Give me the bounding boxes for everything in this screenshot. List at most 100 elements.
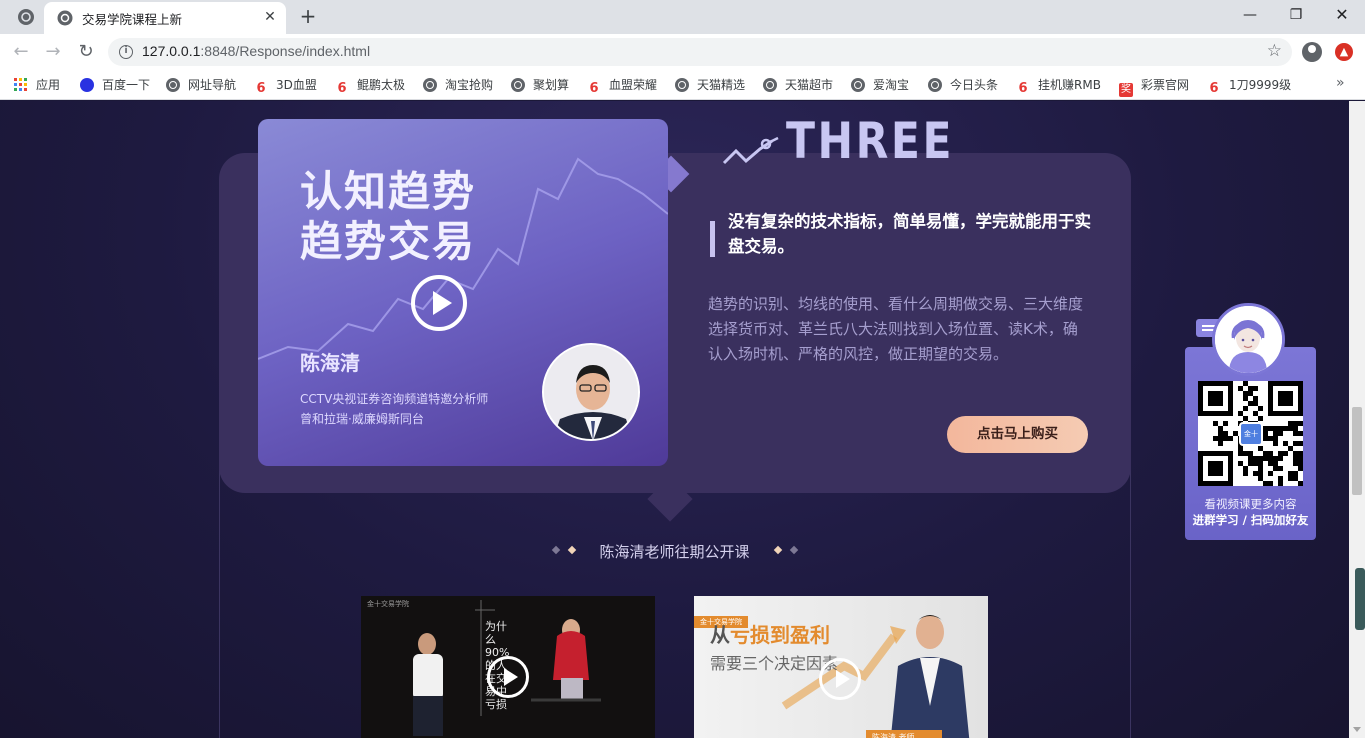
page-scrollbar[interactable]	[1349, 101, 1365, 738]
play-button[interactable]	[819, 658, 861, 700]
section-number: THREE	[786, 112, 955, 170]
account-icon[interactable]	[1302, 42, 1322, 62]
bookmark-label: 彩票官网	[1141, 78, 1190, 92]
video-title: 认知趋势 趋势交易	[300, 167, 476, 267]
bookmark-label: 天猫精选	[697, 78, 746, 92]
bookmark-label: 应用	[36, 78, 61, 92]
globe-icon	[851, 78, 865, 92]
qr-code: 金十	[1198, 381, 1303, 486]
qr-action-text: 进群学习 / 扫码加好友	[1192, 513, 1309, 527]
course-video-card[interactable]: 认知趋势 趋势交易 陈海清 CCTV央视证券咨询频道特邀分析师 曾和拉瑞·威廉姆…	[258, 119, 668, 466]
close-tab-icon[interactable]: ✕	[262, 9, 278, 25]
reload-button[interactable]: ↻	[74, 40, 98, 64]
forward-button[interactable]: →	[41, 40, 65, 64]
bookmark-item[interactable]: 6 挂机赚RMB	[1016, 76, 1100, 96]
tab-strip: 交易学院课程上新 ✕ + — ❐ ✕	[0, 0, 1365, 34]
globe-icon	[57, 10, 73, 26]
thumb1-brand: 金十交易学院	[367, 599, 409, 608]
teacher-title: CCTV央视证券咨询频道特邀分析师	[300, 392, 489, 406]
scrollbar-thumb[interactable]	[1352, 407, 1362, 495]
bookmark-label: 天猫超市	[785, 78, 834, 92]
360-icon: 6	[1018, 81, 1028, 96]
course-description: 趋势的识别、均线的使用、看什么周期做交易、三大维度选择货币对、革兰氏八大法则找到…	[708, 295, 1084, 363]
bookmark-star-icon[interactable]: ☆	[1267, 41, 1282, 61]
play-button[interactable]	[411, 275, 467, 331]
bookmark-label: 1刀9999级	[1229, 78, 1292, 92]
past-course-thumbnail-2[interactable]: 金十交易学院 从亏损到盈利 需要三个决定因素 陈海清 老师	[694, 596, 988, 738]
thumb2-subtitle: 需要三个决定因素	[710, 654, 839, 673]
headline-accent-bar	[710, 221, 715, 257]
bookmark-label: 百度一下	[102, 78, 151, 92]
past-course-thumbnail-1[interactable]: 金十交易学院 为什么90%的人在交易中亏损	[361, 596, 655, 738]
close-window-button[interactable]: ✕	[1319, 0, 1365, 30]
thumb2-title-a: 从	[710, 623, 730, 647]
bookmark-label: 3D血盟	[276, 78, 317, 92]
past-courses-title: 陈海清老师往期公开课	[599, 543, 750, 561]
info-icon[interactable]: i	[119, 45, 133, 59]
360-icon: 6	[256, 81, 266, 96]
bookmark-item[interactable]: 百度一下	[80, 76, 150, 94]
bookmark-item[interactable]: 奖彩票官网	[1119, 76, 1190, 97]
browser-toolbar: ← → ↻ i 127.0.0.1:8848/Response/index.ht…	[0, 34, 1365, 70]
tab-title: 交易学院课程上新	[82, 12, 183, 27]
bookmarks-overflow-icon[interactable]: »	[1336, 75, 1345, 91]
page-content: 认知趋势 趋势交易 陈海清 CCTV央视证券咨询频道特邀分析师 曾和拉瑞·威廉姆…	[0, 101, 1349, 738]
bookmark-item[interactable]: 天猫超市	[763, 76, 833, 94]
url-host: 127.0.0.1	[142, 43, 201, 59]
bookmark-item[interactable]: 今日头条	[928, 76, 998, 94]
customer-service-avatar[interactable]	[1212, 303, 1285, 376]
bookmark-label: 淘宝抢购	[445, 78, 494, 92]
course-headline: 没有复杂的技术指标，简单易懂，学完就能用于实盘交易。	[728, 212, 1091, 256]
extension-icon[interactable]: ▲	[1335, 43, 1353, 61]
qr-center-logo: 金十	[1239, 422, 1263, 446]
play-button[interactable]	[487, 656, 529, 698]
bookmark-label: 鲲鹏太极	[357, 78, 406, 92]
bookmark-label: 网址导航	[188, 78, 237, 92]
thumb2-teacher-tag: 陈海清 老师	[866, 730, 942, 738]
bookmark-item[interactable]: 6 血盟荣耀	[587, 76, 658, 96]
globe-icon	[675, 78, 689, 92]
bookmark-label: 聚划算	[533, 78, 570, 92]
bookmark-label: 爱淘宝	[873, 78, 910, 92]
globe-icon	[511, 78, 525, 92]
thumb2-title-b: 亏损到盈利	[730, 623, 830, 647]
minimize-button[interactable]: —	[1227, 0, 1273, 30]
bookmark-item[interactable]: 网址导航	[166, 76, 236, 94]
bookmark-item[interactable]: 6 鲲鹏太极	[335, 76, 406, 96]
bookmark-item[interactable]: 聚划算	[511, 76, 569, 94]
url-path: :8848/Response/index.html	[200, 43, 371, 59]
back-button[interactable]: ←	[9, 40, 33, 64]
bookmark-item[interactable]: 天猫精选	[675, 76, 745, 94]
globe-icon	[423, 78, 437, 92]
360-icon: 6	[589, 81, 599, 96]
globe-icon	[166, 78, 180, 92]
teacher-name: 陈海清	[300, 351, 360, 375]
lottery-icon: 奖	[1119, 83, 1133, 97]
teacher-avatar	[542, 343, 640, 441]
globe-icon	[928, 78, 942, 92]
apps-grid-icon	[14, 78, 28, 92]
globe-icon[interactable]	[17, 8, 35, 26]
bookmark-item[interactable]: 淘宝抢购	[423, 76, 493, 94]
qr-caption: 看视频课更多内容	[1204, 497, 1297, 511]
bookmark-item[interactable]: 爱淘宝	[851, 76, 909, 94]
active-tab[interactable]: 交易学院课程上新 ✕	[44, 2, 286, 34]
baidu-paw-icon	[80, 78, 94, 92]
bookmarks-bar: 应用 百度一下 网址导航 6 3D血盟 6 鲲鹏太极 淘宝抢购 聚划算 6 血盟荣耀 天猫精选 天猫超市…	[0, 70, 1365, 100]
video-title-line2: 趋势交易	[300, 217, 477, 266]
scroll-down-arrow[interactable]	[1353, 727, 1361, 732]
new-tab-button[interactable]: +	[297, 6, 319, 28]
buy-now-button[interactable]: 点击马上购买	[947, 416, 1088, 453]
bookmark-item[interactable]: 6 1刀9999级	[1207, 76, 1292, 96]
thumb2-title: 从亏损到盈利	[710, 622, 830, 648]
address-bar[interactable]: i 127.0.0.1:8848/Response/index.html ☆	[108, 38, 1292, 66]
trend-chart-icon	[722, 136, 779, 165]
360-icon: 6	[337, 81, 347, 96]
bookmark-label: 血盟荣耀	[609, 78, 658, 92]
url-text[interactable]: 127.0.0.1:8848/Response/index.html	[142, 43, 370, 59]
video-title-line1: 认知趋势	[300, 167, 477, 216]
restore-button[interactable]: ❐	[1273, 0, 1319, 30]
bookmark-item[interactable]: 6 3D血盟	[254, 76, 317, 96]
360-icon: 6	[1209, 81, 1219, 96]
bookmark-item[interactable]: 应用	[14, 76, 60, 94]
